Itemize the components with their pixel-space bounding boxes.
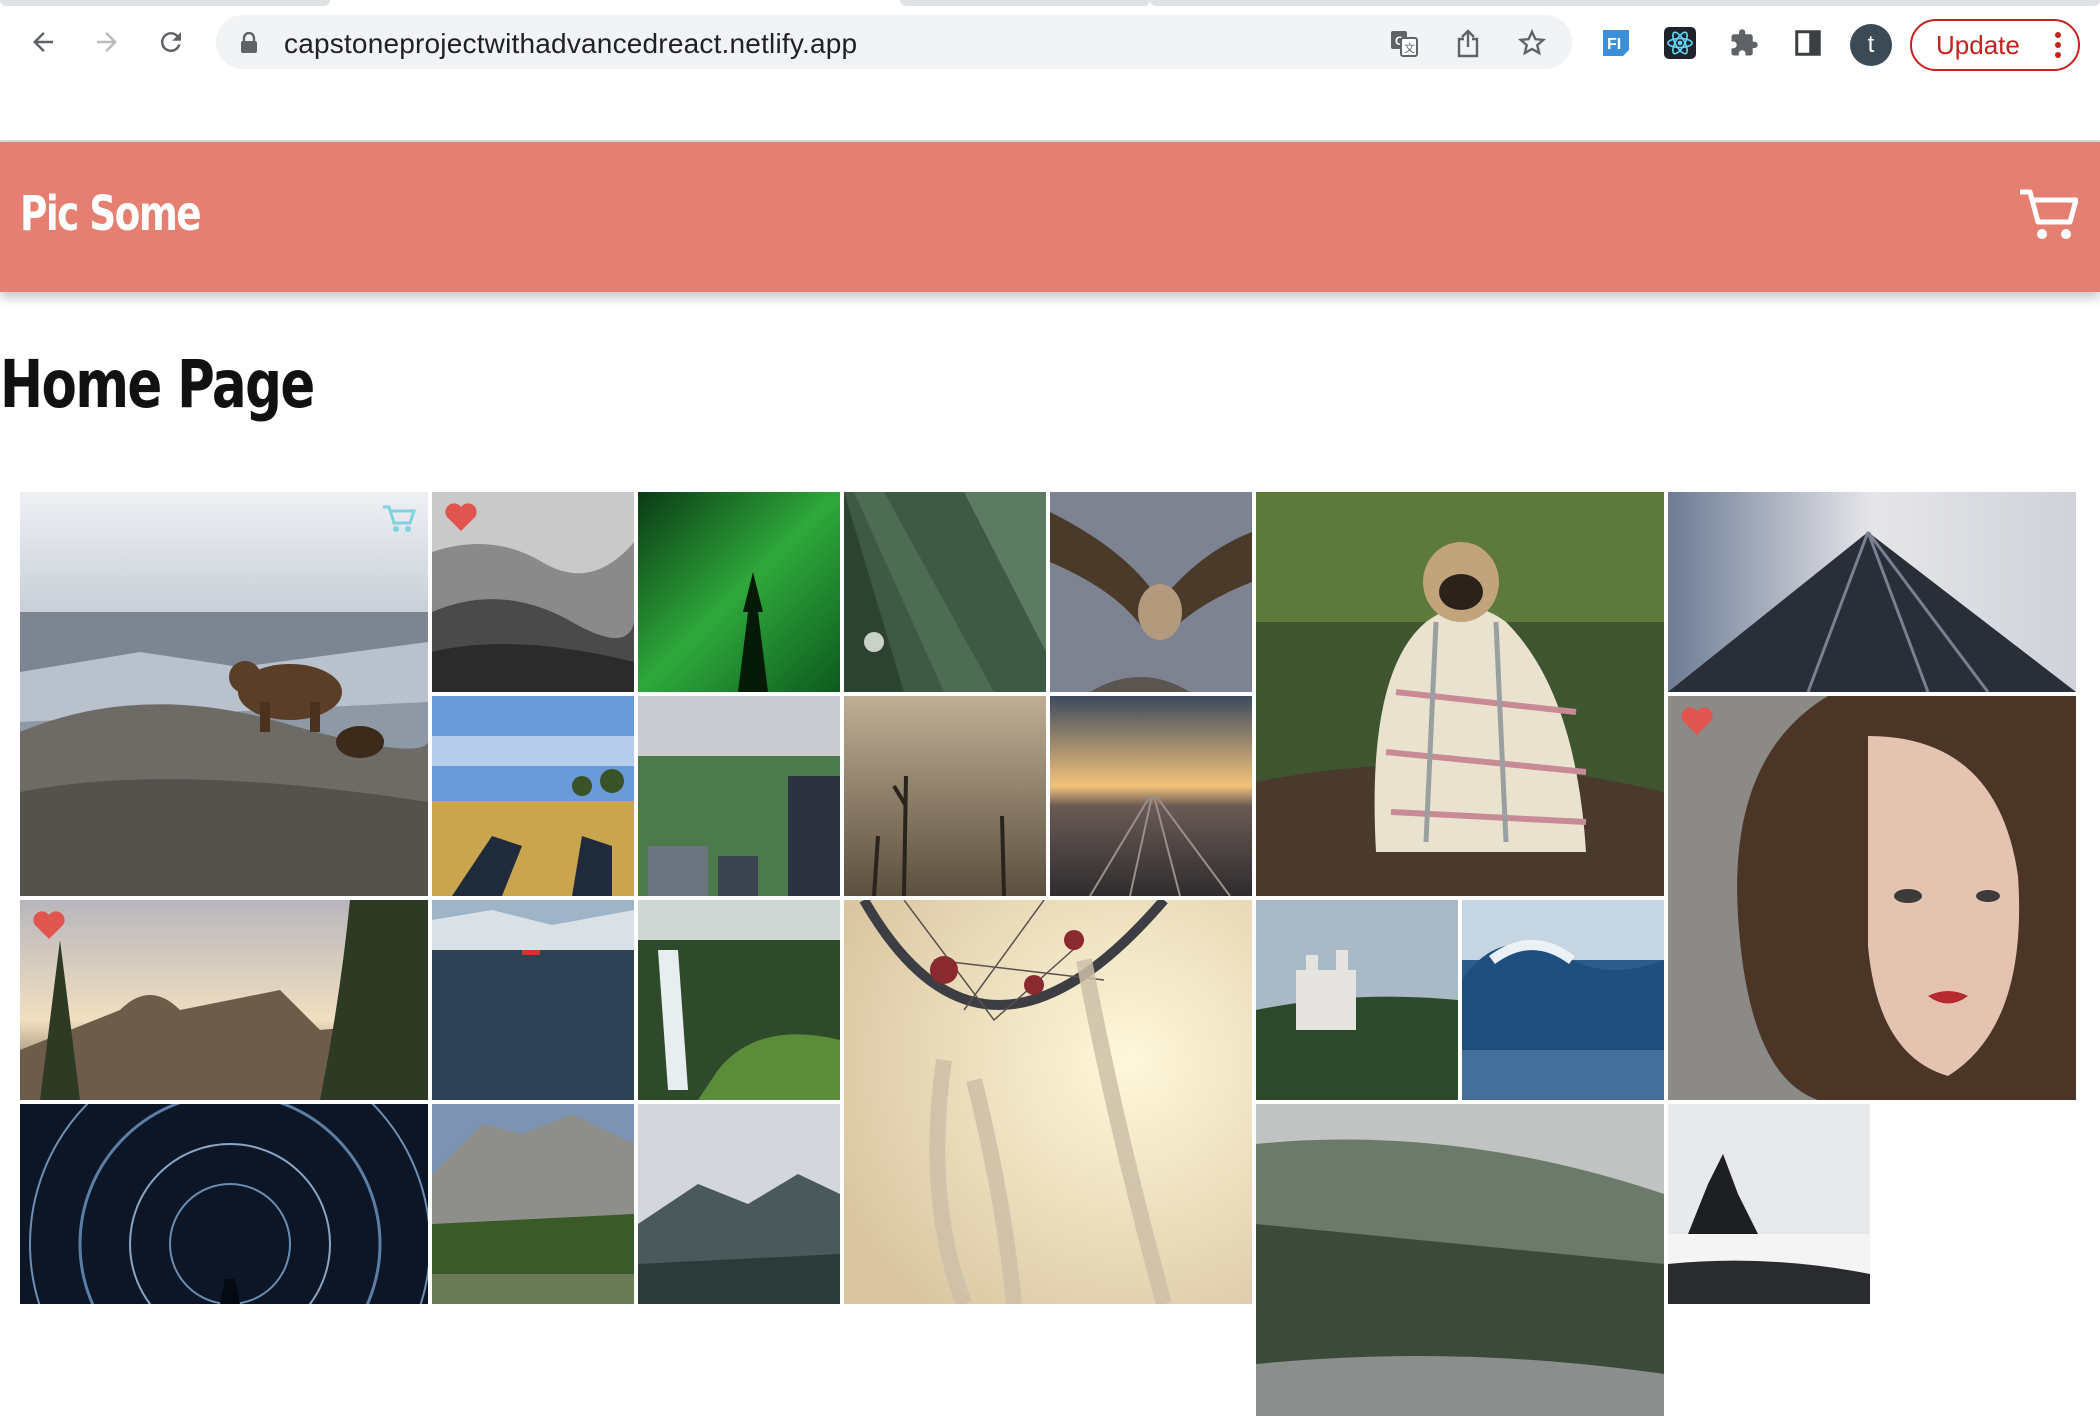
svg-text:FI: FI — [1607, 36, 1621, 53]
photo-pine-forest[interactable] — [844, 492, 1046, 692]
photo-misty-mountain[interactable] — [638, 1104, 840, 1304]
star-icon[interactable] — [1514, 25, 1550, 61]
update-label: Update — [1936, 29, 2020, 60]
page-title: Home Page — [0, 346, 315, 423]
favorite-heart-icon[interactable] — [32, 910, 66, 940]
photo-city-park[interactable] — [638, 696, 840, 896]
photo-grid — [20, 492, 2080, 1416]
photo-pug[interactable] — [1256, 492, 1664, 896]
photo-bear[interactable] — [20, 492, 428, 896]
browser-toolbar: capstoneprojectwithadvancedreact.netlify… — [0, 7, 2100, 77]
photo-aurora[interactable] — [638, 492, 840, 692]
photo-railway-sunset[interactable] — [1050, 696, 1252, 896]
address-bar[interactable]: capstoneprojectwithadvancedreact.netlify… — [216, 15, 1572, 69]
tab[interactable] — [900, 0, 1150, 6]
profile-initial: t — [1867, 31, 1875, 58]
photo-half-dome[interactable] — [20, 900, 428, 1100]
photo-wheat-feet[interactable] — [432, 696, 634, 896]
cart-icon[interactable] — [2018, 186, 2078, 244]
react-devtools-icon[interactable] — [1662, 25, 1698, 61]
puzzle-icon[interactable] — [1726, 25, 1762, 61]
photo-ocean-wave[interactable] — [1462, 900, 1664, 1100]
tab[interactable] — [1150, 0, 2100, 6]
share-icon[interactable] — [1450, 25, 1486, 61]
profile-avatar[interactable]: t — [1850, 24, 1892, 66]
photo-skyscraper[interactable] — [1668, 492, 2076, 692]
photo-yosemite-valley[interactable] — [432, 1104, 634, 1304]
update-button[interactable]: Update — [1910, 19, 2080, 71]
translate-icon[interactable]: G 文 — [1386, 25, 1422, 61]
add-to-cart-icon[interactable] — [382, 504, 416, 534]
photo-waterfall[interactable] — [638, 900, 840, 1100]
photo-star-trails[interactable] — [20, 1104, 428, 1304]
extension-fi-icon[interactable]: FI — [1598, 25, 1634, 61]
photo-forest-river[interactable] — [1256, 1104, 1664, 1416]
photo-vulture[interactable] — [1050, 492, 1252, 692]
app-header: Pic Some — [0, 142, 2100, 292]
photo-misty-forest[interactable] — [432, 492, 634, 692]
photo-dreamcatcher[interactable] — [844, 900, 1252, 1304]
photo-dead-trees[interactable] — [844, 696, 1046, 896]
tab-strip — [0, 0, 2100, 7]
photo-portrait[interactable] — [1668, 696, 2076, 1100]
back-arrow-icon[interactable] — [20, 19, 66, 65]
more-vert-icon[interactable] — [2054, 31, 2062, 59]
favorite-heart-icon[interactable] — [1680, 706, 1714, 736]
reload-icon[interactable] — [148, 19, 194, 65]
favorite-heart-icon[interactable] — [444, 502, 478, 532]
lock-icon[interactable] — [240, 32, 258, 54]
photo-castle[interactable] — [1256, 900, 1458, 1100]
tab[interactable] — [0, 0, 330, 6]
photo-lake-boat[interactable] — [432, 900, 634, 1100]
app-title[interactable]: Pic Some — [20, 186, 202, 242]
svg-text:文: 文 — [1404, 41, 1415, 55]
forward-arrow-icon[interactable] — [84, 19, 130, 65]
url-text[interactable]: capstoneprojectwithadvancedreact.netlify… — [284, 28, 857, 60]
photo-sea-stack[interactable] — [1668, 1104, 1870, 1304]
side-panel-icon[interactable] — [1790, 25, 1826, 61]
